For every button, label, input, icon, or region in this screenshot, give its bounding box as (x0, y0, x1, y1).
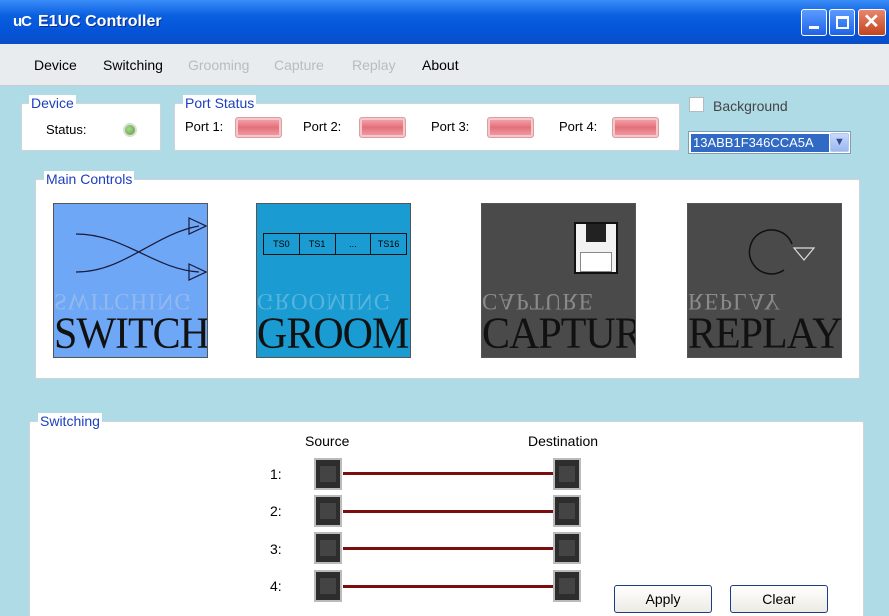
port-2-led-icon (359, 117, 406, 138)
destination-port-3-icon[interactable] (553, 532, 581, 564)
menu-about[interactable]: About (422, 57, 459, 73)
minimize-button[interactable] (801, 9, 827, 36)
port-status-label: Port Status (183, 95, 257, 111)
timeslot-cell: TS16 (377, 239, 400, 249)
timeslot-cell: TS1 (300, 234, 336, 254)
destination-port-2-icon[interactable] (553, 495, 581, 527)
cable-2[interactable] (343, 510, 555, 513)
switching-tile-label: SWITCHING (54, 309, 208, 358)
main-controls-label: Main Controls (44, 171, 135, 187)
replay-tile-label: REPLAY (688, 309, 842, 358)
close-icon: ✕ (863, 11, 880, 33)
row-1-label: 1: (270, 466, 282, 482)
source-port-3-icon[interactable] (314, 532, 342, 564)
background-label: Background (713, 98, 788, 114)
destination-port-1-icon[interactable] (553, 458, 581, 490)
status-label: Status: (46, 122, 87, 137)
window-title: E1UC Controller (38, 13, 162, 30)
device-group: Device Status: (21, 95, 161, 151)
serial-select[interactable]: 13ABB1F346CCA5A ▼ (688, 131, 851, 154)
cable-1[interactable] (343, 472, 555, 475)
port-4-led-icon (612, 117, 659, 138)
grooming-tile-button[interactable]: TS0 TS1 ... TS16 GROOMING GROOMING (256, 203, 411, 358)
timeslot-cell: ... (336, 234, 372, 254)
status-led-icon (125, 125, 135, 135)
floppy-disk-icon (574, 222, 618, 274)
menu-device[interactable]: Device (34, 57, 77, 73)
chevron-down-icon[interactable]: ▼ (830, 133, 849, 152)
destination-port-4-icon[interactable] (553, 570, 581, 602)
source-port-4-icon[interactable] (314, 570, 342, 602)
maximize-button[interactable] (829, 9, 855, 36)
source-port-2-icon[interactable] (314, 495, 342, 527)
minimize-icon (809, 26, 819, 29)
apply-button[interactable]: Apply (614, 585, 712, 613)
port-status-group: Port Status Port 1: Port 2: Port 3: Port… (174, 95, 680, 151)
switching-group-label: Switching (38, 413, 102, 429)
source-label: Source (305, 433, 350, 449)
row-4-label: 4: (270, 578, 282, 594)
serial-select-value: 13ABB1F346CCA5A (691, 134, 829, 152)
background-checkbox[interactable] (689, 97, 704, 112)
menu-bar: Device Switching Grooming Capture Replay… (0, 44, 889, 86)
title-bar[interactable]: uC E1UC Controller ✕ (0, 0, 889, 44)
row-2-label: 2: (270, 503, 282, 519)
menu-replay[interactable]: Replay (352, 57, 396, 73)
menu-switching[interactable]: Switching (103, 57, 163, 73)
close-button[interactable]: ✕ (858, 9, 886, 36)
source-port-1-icon[interactable] (314, 458, 342, 490)
port-2-label: Port 2: (303, 119, 342, 134)
port-1-led-icon (235, 117, 282, 138)
port-3-label: Port 3: (431, 119, 470, 134)
capture-tile-label: CAPTURE (482, 309, 635, 358)
maximize-icon (836, 16, 849, 29)
menu-capture[interactable]: Capture (274, 57, 324, 73)
clear-button[interactable]: Clear (730, 585, 828, 613)
device-group-label: Device (29, 95, 76, 111)
replay-arrow-icon (748, 229, 816, 275)
capture-tile-button[interactable]: CAPTURE CAPTURE (481, 203, 636, 358)
switching-tile-button[interactable]: SWITCHING SWITCHING (53, 203, 208, 358)
grooming-tile-label: GROOMING (257, 309, 410, 358)
cable-4[interactable] (343, 585, 555, 588)
menu-grooming[interactable]: Grooming (188, 57, 249, 73)
row-3-label: 3: (270, 541, 282, 557)
timeslot-cell: TS0 (264, 234, 300, 254)
port-4-label: Port 4: (559, 119, 598, 134)
crossover-arrows-icon (75, 217, 207, 281)
timeslot-bar: TS0 TS1 ... TS16 (263, 233, 407, 255)
port-1-label: Port 1: (185, 119, 224, 134)
port-3-led-icon (487, 117, 534, 138)
destination-label: Destination (528, 433, 599, 449)
replay-tile-button[interactable]: REPLAY REPLAY (687, 203, 842, 358)
app-logo: uC (13, 13, 32, 30)
cable-3[interactable] (343, 547, 555, 550)
